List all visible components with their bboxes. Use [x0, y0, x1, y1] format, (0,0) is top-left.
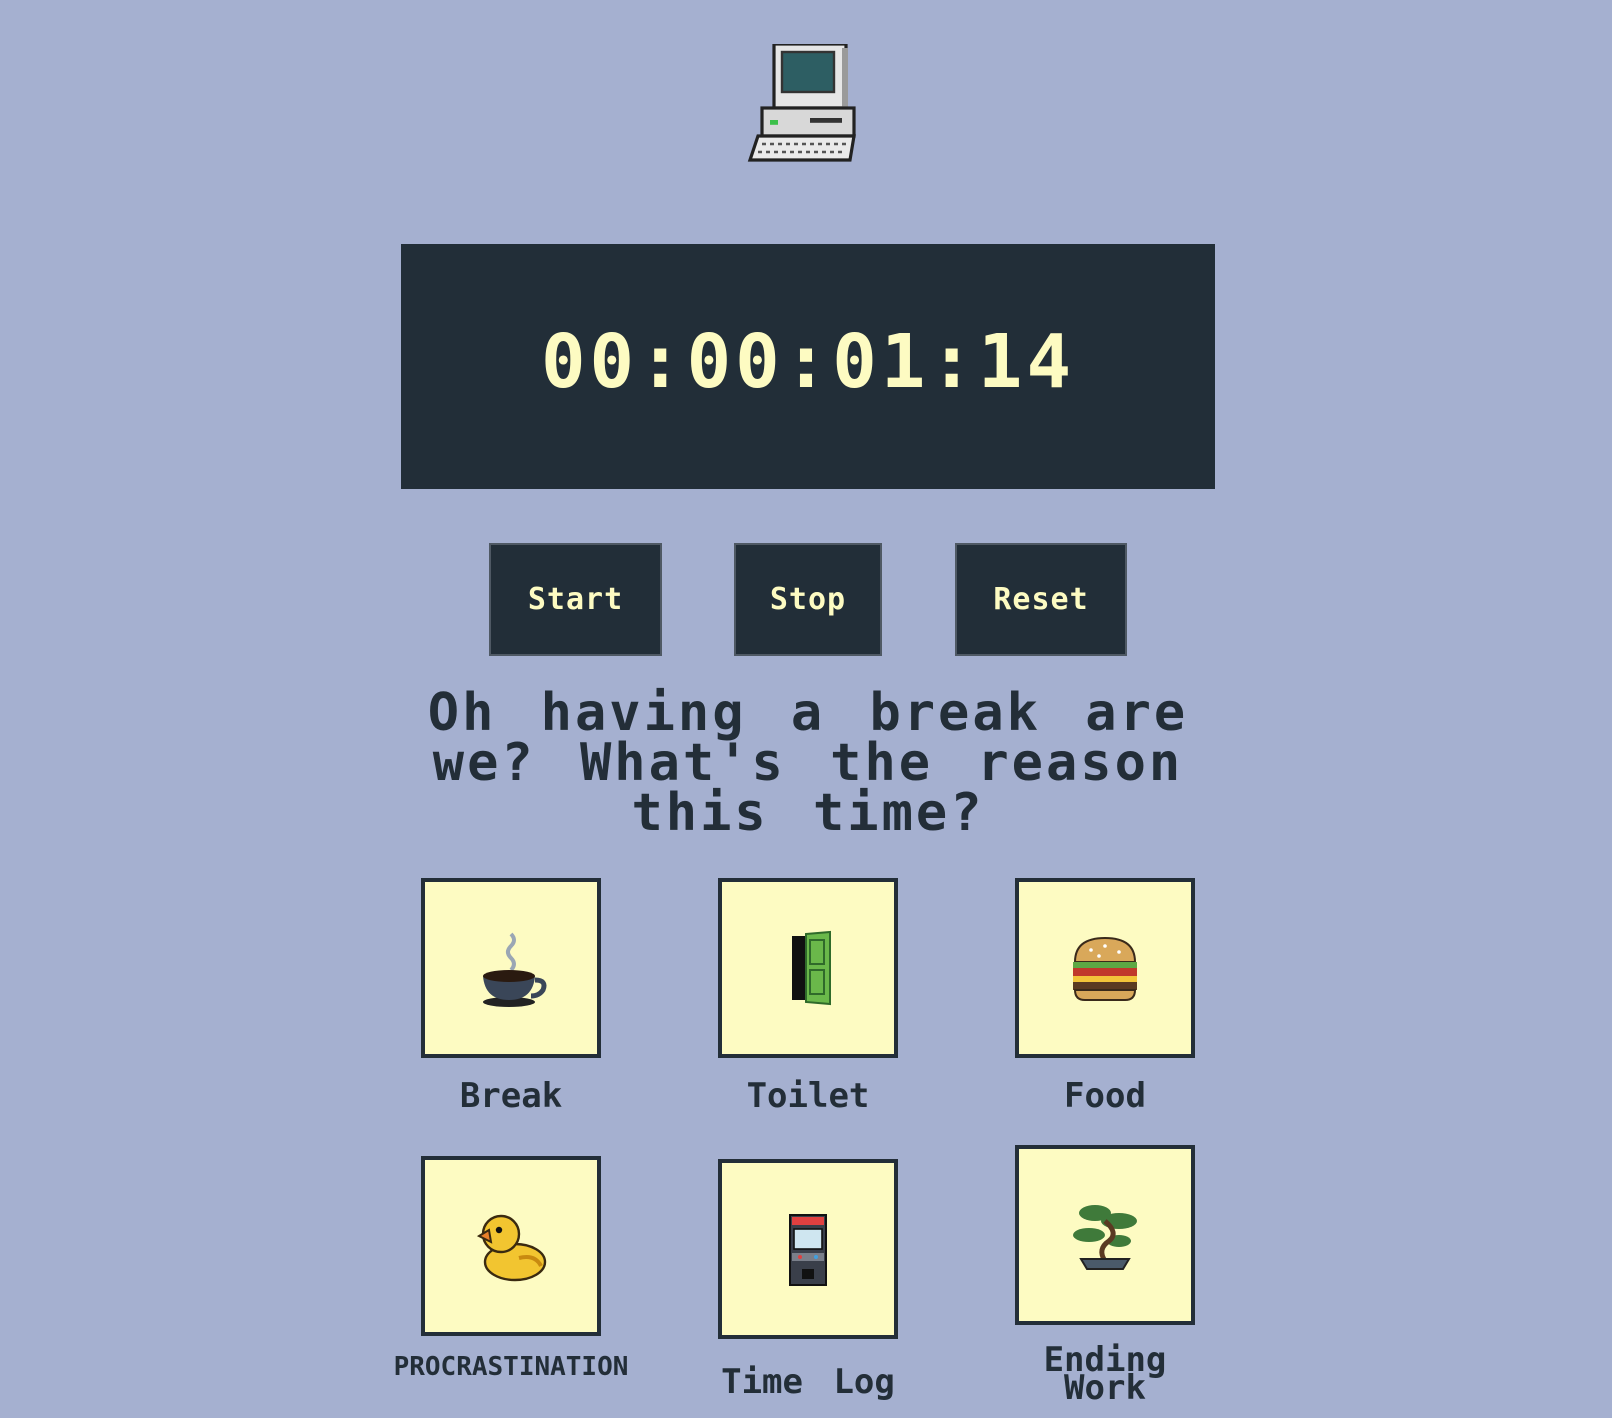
start-button[interactable]: Start [489, 543, 662, 656]
reason-food-tile[interactable] [1015, 878, 1195, 1058]
reason-toilet-label: Toilet [746, 1076, 870, 1116]
timer-panel: 00:00:01:14 [401, 244, 1215, 489]
door-icon [792, 930, 831, 1006]
burger-icon [1073, 936, 1137, 1001]
reason-procrastination-label: PROCRASTINATION [393, 1352, 629, 1382]
computer-icon [747, 44, 856, 162]
rubber-duck-icon [476, 1214, 547, 1282]
arcade-cabinet-icon [789, 1214, 827, 1286]
reason-toilet-tile[interactable] [718, 878, 898, 1058]
stop-button[interactable]: Stop [734, 543, 882, 656]
reason-procrastination-tile[interactable] [421, 1156, 601, 1336]
timer-display: 00:00:01:14 [540, 318, 1076, 405]
coffee-cup-icon [483, 932, 547, 1007]
reason-ending-work-label: Ending Work [1043, 1340, 1167, 1408]
reason-ending-work-tile[interactable] [1015, 1145, 1195, 1325]
reason-break-label: Break [459, 1076, 563, 1116]
reason-food-label: Food [1064, 1076, 1146, 1116]
break-reason-prompt: Oh having a break are we? What's the rea… [427, 683, 1189, 843]
reset-button[interactable]: Reset [955, 543, 1127, 656]
reason-time-log-tile[interactable] [718, 1159, 898, 1339]
reason-time-log-label: Time Log [721, 1362, 895, 1402]
reason-break-tile[interactable] [421, 878, 601, 1058]
bonsai-tree-icon [1073, 1205, 1137, 1270]
